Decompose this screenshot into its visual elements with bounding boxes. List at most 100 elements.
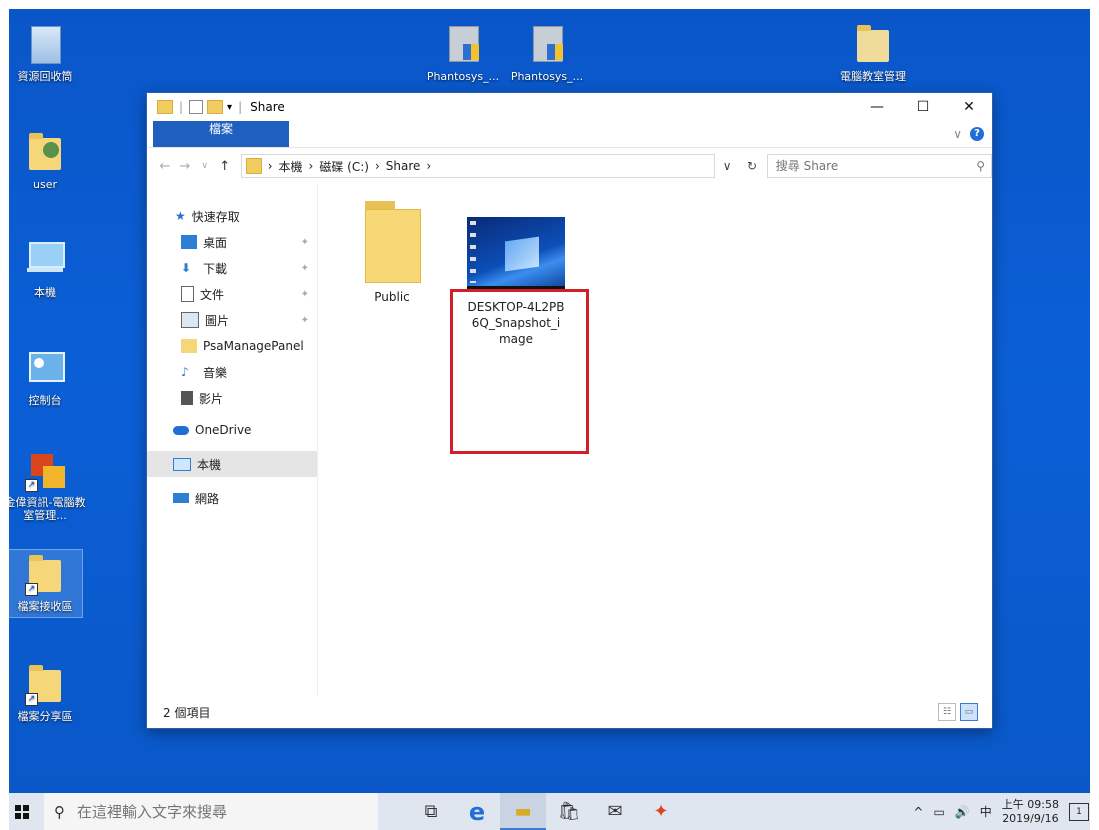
store-icon[interactable]: 🛍 [546,793,592,830]
nav-this-pc[interactable]: 本機 [147,451,317,477]
close-button[interactable]: ✕ [946,93,992,121]
pin-icon[interactable]: ✦ [301,289,309,300]
desktop-icon-label: 金偉資訊-電腦教室管理... [4,496,86,522]
file-explorer-window: | ▾ | Share — ☐ ✕ 檔案 常用 共用 檢視 ∨ ? ← → ∨ … [147,93,992,728]
desktop-icon-control-panel[interactable]: 控制台 [8,346,82,407]
search-input[interactable] [773,158,977,174]
details-view-button[interactable]: ☷ [938,703,956,721]
folder-icon [157,100,173,114]
forward-button[interactable]: → [175,159,195,174]
pin-icon[interactable]: ✦ [301,237,309,248]
system-tray: ^ ▭ 🔊 中 上午 09:58 2019/9/16 1 [913,798,1099,826]
desktop-icon-label: Phantosys_... [426,70,500,83]
back-button[interactable]: ← [155,159,175,174]
desktop-icon-phantosys-1[interactable]: Phantosys_... [426,22,500,83]
notification-center-icon[interactable]: 1 [1069,802,1089,821]
folder-icon [365,201,421,283]
help-icon[interactable]: ? [970,127,984,141]
desktop-icon-phantosys-2[interactable]: Phantosys_... [510,22,584,83]
network-icon[interactable]: ▭ [933,805,944,819]
task-view-icon[interactable]: ⧉ [408,793,454,830]
properties-icon[interactable] [189,100,204,114]
file-explorer-icon[interactable]: ▬ [500,793,546,830]
breadcrumb-this-pc[interactable]: 本機 [279,158,303,175]
new-folder-icon[interactable] [207,100,224,114]
minimize-button[interactable]: — [854,93,900,121]
volume-icon[interactable]: 🔊 [955,805,970,819]
nav-item-videos[interactable]: 影片 [147,385,317,411]
taskbar: ⚲ ⧉ e ▬ 🛍 ✉ ✦ ^ ▭ 🔊 中 上午 09:58 2019/9/16… [0,793,1099,830]
desktop-icon [181,235,197,249]
nav-item-music[interactable]: ♪ 音樂 [147,359,317,385]
nav-item-downloads[interactable]: ⬇ 下載 ✦ [147,255,317,281]
breadcrumb[interactable]: › 本機 › 磁碟 (C:) › Share › [240,154,715,178]
star-icon: ★ [175,209,186,223]
folder-icon [851,22,895,66]
recycle-bin-icon [23,22,67,66]
clock-date: 2019/9/16 [1002,811,1059,825]
maximize-button[interactable]: ☐ [900,93,946,121]
highlight-box [450,289,589,454]
taskbar-search[interactable]: ⚲ [44,793,378,830]
ime-indicator[interactable]: 中 [980,803,992,820]
file-name: Public [374,290,410,304]
nav-item-pictures[interactable]: 圖片 ✦ [147,307,317,333]
ribbon-expand-icon[interactable]: ∨ [953,127,962,141]
recent-locations-button[interactable]: ∨ [195,161,215,171]
nav-item-psamanagepanel[interactable]: PsaManagePanel [147,333,317,359]
nav-network[interactable]: 網路 [147,485,317,511]
up-button[interactable]: ↑ [215,159,235,174]
search-box[interactable]: ⚲ [766,154,992,178]
installer-icon [525,22,569,66]
computer-icon [23,238,67,282]
nav-onedrive[interactable]: OneDrive [147,417,317,443]
desktop-icon-label: 檔案接收區 [17,600,73,613]
file-item-public[interactable]: Public [337,201,447,305]
breadcrumb-drive-c[interactable]: 磁碟 (C:) [319,158,369,175]
desktop-icon-label: 控制台 [28,394,62,407]
video-icon [181,391,193,405]
desktop-icon-label: 電腦教室管理 [840,70,906,83]
desktop-icon-classroom-manager[interactable]: ↗ 金偉資訊-電腦教室管理... [4,448,86,522]
title-bar: | ▾ | Share — ☐ ✕ [147,93,992,121]
edge-icon[interactable]: e [454,793,500,830]
network-icon [173,493,189,503]
desktop-icon-receive-folder[interactable]: ↗ 檔案接收區 [7,549,83,618]
refresh-button[interactable]: ↻ [747,159,757,173]
clock[interactable]: 上午 09:58 2019/9/16 [1002,798,1059,826]
search-icon[interactable]: ⚲ [976,159,985,173]
address-dropdown-button[interactable]: ∨ [723,159,732,173]
desktop-icon-user[interactable]: user [8,130,82,191]
classroom-manager-icon: ↗ [23,448,67,492]
start-button[interactable] [0,804,44,819]
large-icons-view-button[interactable]: ▭ [960,703,978,721]
desktop-icon-this-pc[interactable]: 本機 [8,238,82,299]
quick-access-dropdown[interactable]: ▾ [227,102,232,113]
breadcrumb-share[interactable]: Share [386,159,421,173]
app-icon[interactable]: ✦ [638,793,684,830]
clock-time: 上午 09:58 [1001,797,1059,811]
desktop-icon-share-folder[interactable]: ↗ 檔案分享區 [8,662,82,723]
desktop-icon-classroom-management[interactable]: 電腦教室管理 [836,22,910,83]
desktop-icon-label: 檔案分享區 [17,710,73,723]
windows-logo-icon [15,804,29,819]
mail-icon[interactable]: ✉ [592,793,638,830]
desktop-icon-label: user [33,178,57,191]
desktop-icon-label: Phantosys_... [510,70,584,83]
nav-item-desktop[interactable]: 桌面 ✦ [147,229,317,255]
nav-quick-access[interactable]: ★ 快速存取 [147,203,317,229]
pin-icon[interactable]: ✦ [301,315,309,326]
taskbar-search-input[interactable] [75,801,339,822]
image-thumbnail-icon [467,217,565,291]
pin-icon[interactable]: ✦ [301,263,309,274]
show-hidden-icons-button[interactable]: ^ [913,805,923,819]
address-bar-row: ← → ∨ ↑ › 本機 › 磁碟 (C:) › Share › ∨ ↻ ⚲ [147,148,992,184]
tab-file[interactable]: 檔案 [153,121,289,147]
desktop-icon-recycle-bin[interactable]: 資源回收筒 [8,22,82,83]
nav-item-documents[interactable]: 文件 ✦ [147,281,317,307]
navigation-pane: ★ 快速存取 桌面 ✦ ⬇ 下載 ✦ 文件 ✦ 圖片 ✦ PsaManagePa… [147,183,318,696]
control-panel-icon [23,346,67,390]
pictures-icon [181,312,199,328]
explorer-body: ★ 快速存取 桌面 ✦ ⬇ 下載 ✦ 文件 ✦ 圖片 ✦ PsaManagePa… [147,183,992,696]
download-icon: ⬇ [181,261,192,275]
